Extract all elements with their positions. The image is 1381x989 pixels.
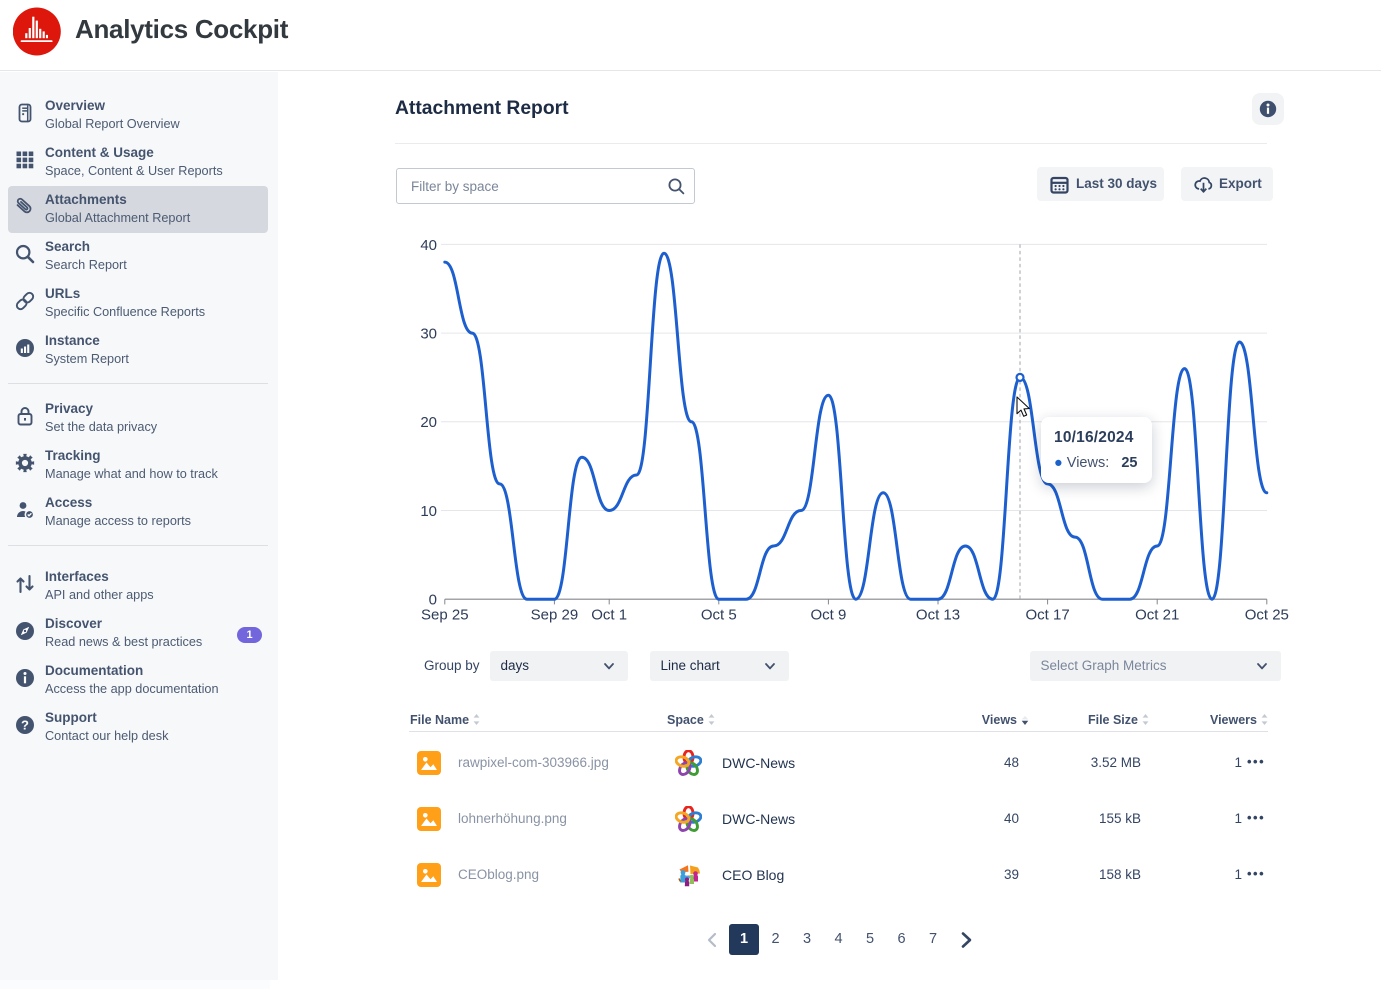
svg-text:Oct 5: Oct 5 [701,607,737,624]
svg-text:10: 10 [420,503,437,520]
svg-text:Sep 29: Sep 29 [531,607,579,624]
svg-text:Oct 13: Oct 13 [916,607,960,624]
svg-text:?: ? [21,718,29,733]
svg-text:40: 40 [420,237,437,254]
svg-text:Oct 21: Oct 21 [1135,607,1179,624]
svg-text:20: 20 [420,414,437,431]
svg-text:Sep 25: Sep 25 [421,607,469,624]
svg-text:Oct 25: Oct 25 [1245,607,1289,624]
svg-text:Oct 1: Oct 1 [591,607,627,624]
svg-text:Oct 17: Oct 17 [1026,607,1070,624]
svg-text:Oct 9: Oct 9 [810,607,846,624]
svg-text:30: 30 [420,326,437,343]
